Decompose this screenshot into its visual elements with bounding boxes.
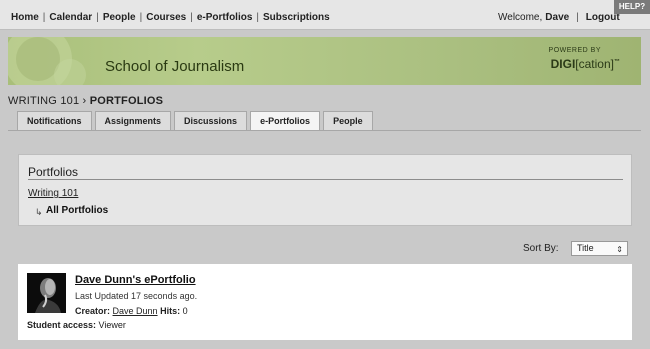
digication-logo: DIGI[cation]™: [551, 57, 620, 71]
portfolio-card: Dave Dunn's ePortfolio Last Updated 17 s…: [18, 264, 632, 340]
panel-title: Portfolios: [28, 165, 79, 179]
nav-home-link[interactable]: Home: [11, 12, 39, 23]
portfolios-panel: Portfolios Writing 101 ↳ All Portfolios: [18, 154, 632, 226]
breadcrumb: WRITING 101 › PORTFOLIOS: [8, 95, 163, 107]
student-access-label: Student access:: [27, 320, 97, 330]
creator-label: Creator:: [75, 306, 111, 316]
school-banner: School of Journalism POWERED BY DIGI[cat…: [8, 37, 641, 85]
brand-trademark: ™: [614, 59, 620, 65]
nav-separator: |: [576, 12, 579, 23]
nav-courses-link[interactable]: Courses: [146, 12, 186, 23]
panel-divider: [28, 179, 623, 180]
creator-line: Creator: Dave Dunn Hits: 0: [75, 306, 188, 316]
sort-label: Sort By:: [523, 243, 559, 254]
course-tabs: Notifications Assignments Discussions e-…: [17, 111, 373, 131]
hierarchy-arrow-icon: ↳: [35, 207, 43, 217]
nav-separator: |: [42, 12, 46, 23]
tab-assignments[interactable]: Assignments: [94, 111, 172, 130]
welcome-text: Welcome,: [498, 12, 543, 23]
nav-people-link[interactable]: People: [103, 12, 136, 23]
nav-separator: |: [256, 12, 260, 23]
banner-logo-decoration: [8, 37, 86, 85]
help-button[interactable]: HELP?: [614, 0, 650, 14]
nav-subscriptions-link[interactable]: Subscriptions: [263, 12, 330, 23]
sort-selected-value: Title: [577, 243, 594, 253]
avatar-portrait-icon: [27, 273, 66, 313]
creator-link[interactable]: Dave Dunn: [113, 306, 158, 316]
updown-arrow-icon: ⇕: [616, 245, 623, 254]
student-access-value: Viewer: [98, 320, 126, 330]
breadcrumb-current: PORTFOLIOS: [89, 95, 164, 107]
hits-label: Hits:: [160, 306, 181, 316]
school-name: School of Journalism: [105, 58, 245, 75]
breadcrumb-course[interactable]: WRITING 101: [8, 95, 79, 107]
breadcrumb-arrow: ›: [82, 95, 87, 107]
student-access-line: Student access: Viewer: [27, 320, 126, 330]
brand-main: DIGI: [550, 57, 576, 71]
nav-calendar-link[interactable]: Calendar: [49, 12, 92, 23]
tab-eportfolios[interactable]: e-Portfolios: [250, 111, 321, 131]
main-nav: Home | Calendar | People | Courses | e-P…: [11, 12, 330, 23]
tab-people[interactable]: People: [323, 111, 373, 130]
avatar[interactable]: [27, 273, 66, 313]
tab-notifications[interactable]: Notifications: [17, 111, 92, 130]
username: Dave: [545, 12, 570, 23]
tab-divider: [8, 130, 641, 131]
last-updated-text: Last Updated 17 seconds ago.: [75, 291, 198, 301]
tab-discussions[interactable]: Discussions: [174, 111, 248, 130]
top-navigation-bar: Home | Calendar | People | Courses | e-P…: [0, 0, 650, 30]
nav-separator: |: [190, 12, 193, 23]
hits-count: 0: [182, 306, 188, 316]
all-portfolios-label: All Portfolios: [46, 205, 109, 216]
nav-separator: |: [139, 12, 143, 23]
nav-separator: |: [96, 12, 99, 23]
course-link[interactable]: Writing 101: [28, 188, 78, 199]
powered-by-label: POWERED BY: [548, 47, 601, 54]
welcome-area: Welcome, Dave | Logout: [498, 12, 620, 23]
sort-select[interactable]: Title ⇕: [571, 241, 628, 256]
brand-rest: [cation]: [575, 57, 614, 71]
nav-eportfolios-link[interactable]: e-Portfolios: [197, 12, 253, 23]
portfolio-title-link[interactable]: Dave Dunn's ePortfolio: [75, 274, 196, 286]
